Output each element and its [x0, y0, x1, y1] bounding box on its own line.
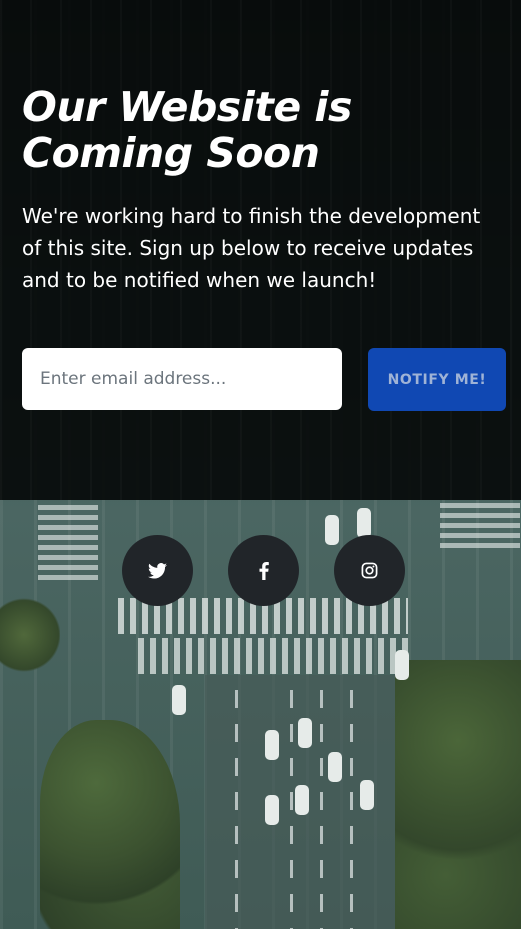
instagram-link[interactable]	[334, 535, 405, 606]
car-image	[298, 718, 312, 748]
trees-image	[40, 720, 180, 929]
notify-me-button[interactable]: Notify Me!	[368, 348, 506, 411]
instagram-icon	[361, 562, 378, 579]
twitter-icon	[148, 562, 167, 579]
crosswalk-image	[38, 500, 98, 580]
page-title: Our Website is Coming Soon	[22, 83, 352, 177]
car-image	[295, 785, 309, 815]
car-image	[265, 730, 279, 760]
facebook-icon	[259, 561, 269, 580]
car-image	[325, 515, 339, 545]
lead-text: We're working hard to finish the develop…	[22, 204, 481, 292]
car-image	[328, 752, 342, 782]
facebook-link[interactable]	[228, 535, 299, 606]
car-image	[395, 650, 409, 680]
car-image	[357, 508, 371, 538]
car-image	[265, 795, 279, 825]
crosswalk-image	[440, 500, 520, 548]
car-image	[172, 685, 186, 715]
car-image	[360, 780, 374, 810]
email-input[interactable]	[22, 348, 342, 410]
lane-marking	[290, 690, 293, 929]
twitter-link[interactable]	[122, 535, 193, 606]
crosswalk-image	[138, 638, 408, 674]
lane-marking	[350, 690, 353, 929]
lane-marking	[235, 690, 238, 929]
lane-marking	[320, 690, 323, 929]
trees-image	[0, 590, 60, 680]
trees-image	[395, 660, 521, 929]
